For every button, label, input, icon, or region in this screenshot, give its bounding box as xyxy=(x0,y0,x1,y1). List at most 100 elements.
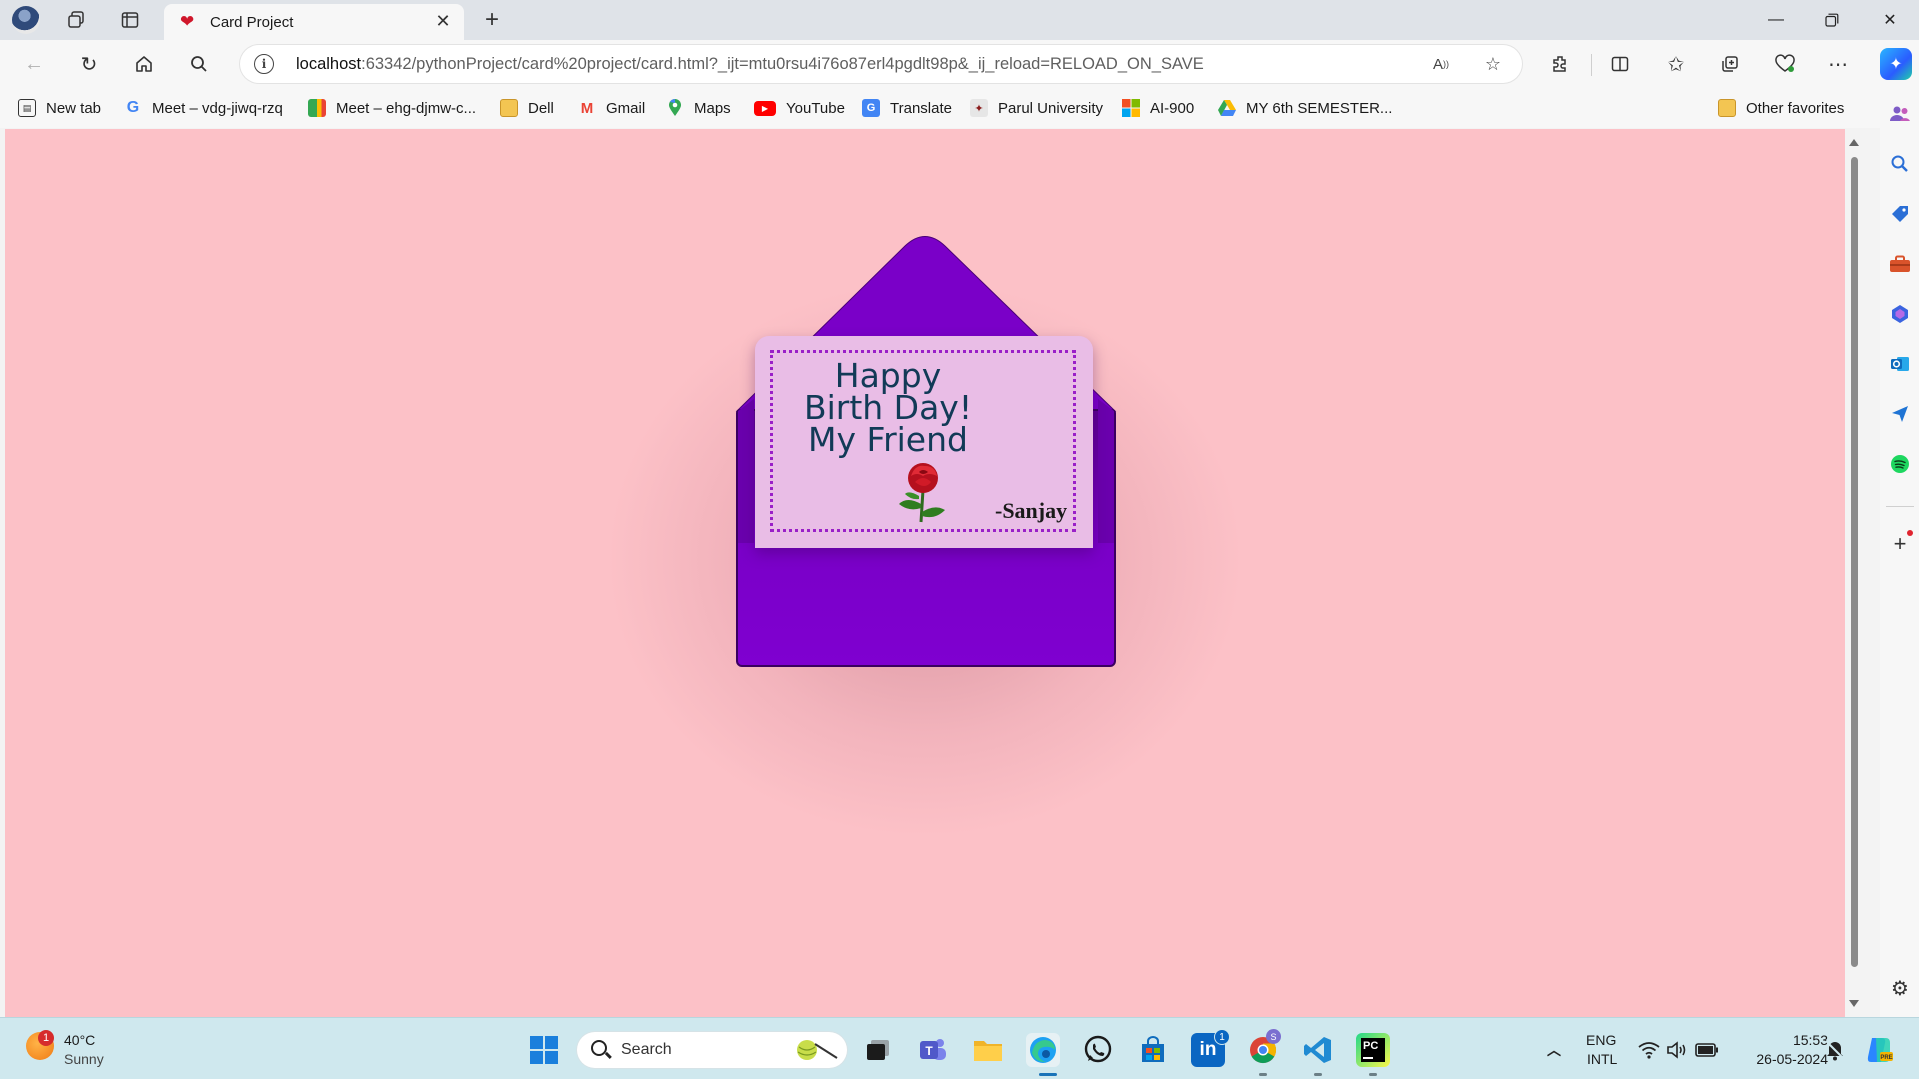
svg-text:PRE: PRE xyxy=(1880,1055,1892,1061)
favorite-star-icon[interactable]: ☆ xyxy=(1480,51,1506,77)
browser-essentials-icon[interactable] xyxy=(1771,50,1799,78)
address-bar[interactable]: i localhost:63342/pythonProject/card%20p… xyxy=(240,45,1522,83)
close-tab-icon[interactable]: ✕ xyxy=(432,10,454,32)
youtube-icon: ▶ xyxy=(754,100,776,116)
vertical-scrollbar[interactable] xyxy=(1845,129,1863,1017)
edge-sidebar: + ⚙ xyxy=(1880,88,1919,1017)
people-icon[interactable] xyxy=(1888,102,1912,126)
weather-description[interactable]: Sunny xyxy=(64,1051,104,1067)
whatsapp-icon[interactable] xyxy=(1081,1033,1115,1067)
url-text[interactable]: localhost:63342/pythonProject/card%20pro… xyxy=(296,55,1204,74)
favorite-label: Translate xyxy=(890,99,952,117)
task-view-icon[interactable] xyxy=(861,1033,895,1067)
more-options-icon[interactable]: ⋯ xyxy=(1824,50,1852,78)
favorites-bar: ▤ New tab G Meet – vdg-jiwq-rzq Meet – ehg… xyxy=(0,88,1880,128)
scroll-up-arrow-icon[interactable] xyxy=(1849,139,1859,146)
outlook-icon[interactable] xyxy=(1888,352,1912,376)
pycharm-running-indicator xyxy=(1369,1073,1377,1076)
weather-badge: 1 xyxy=(38,1030,54,1046)
sidebar-search-icon[interactable] xyxy=(1888,152,1912,176)
taskbar-search-box[interactable]: Search xyxy=(577,1032,847,1068)
card-message: Happy Birth Day! My Friend xyxy=(795,359,981,459)
show-hidden-icons-chevron-icon[interactable]: ︿ xyxy=(1537,1033,1571,1067)
workspaces-icon[interactable] xyxy=(64,8,88,32)
close-window-icon[interactable]: ✕ xyxy=(1862,0,1918,40)
favorite-label: Parul University xyxy=(998,99,1104,117)
home-icon[interactable] xyxy=(130,50,158,78)
back-arrow-icon[interactable]: ← xyxy=(20,50,48,78)
weather-temperature[interactable]: 40°C xyxy=(64,1032,95,1048)
taskbar-search-icon xyxy=(591,1040,607,1056)
send-icon[interactable] xyxy=(1888,402,1912,426)
vscode-icon[interactable] xyxy=(1301,1033,1335,1067)
search-highlight-icon xyxy=(797,1040,838,1060)
microsoft-icon xyxy=(1122,99,1140,117)
microsoft-store-icon[interactable] xyxy=(1136,1033,1170,1067)
heart-favicon-icon: ❤ xyxy=(180,12,195,31)
shopping-tag-icon[interactable] xyxy=(1888,202,1912,226)
split-screen-icon[interactable] xyxy=(1606,50,1634,78)
refresh-icon[interactable]: ↻ xyxy=(75,50,103,78)
other-favorites[interactable]: Other favorites xyxy=(1718,98,1844,118)
folder-icon xyxy=(500,99,518,117)
search-icon[interactable] xyxy=(185,50,213,78)
sidebar-settings-icon[interactable]: ⚙ xyxy=(1888,976,1912,1000)
favorites-icon[interactable]: ✩ xyxy=(1662,50,1690,78)
url-host: localhost xyxy=(296,55,362,73)
url-path: :63342/pythonProject/card%20project/card… xyxy=(361,55,1204,73)
tab-strip: ❤ Card Project ✕ + — ✕ xyxy=(0,0,1919,40)
favorite-parul-university[interactable]: ✦ Parul University xyxy=(970,98,1103,118)
spotify-icon[interactable] xyxy=(1888,452,1912,476)
read-aloud-icon[interactable]: A)) xyxy=(1428,51,1454,77)
input-layout[interactable]: INTL xyxy=(1587,1051,1617,1067)
pycharm-icon[interactable]: PC xyxy=(1356,1033,1390,1067)
favorite-maps[interactable]: Maps xyxy=(666,98,731,118)
favorite-youtube[interactable]: ▶ YouTube xyxy=(754,98,845,118)
birthday-card[interactable]: Happy Birth Day! My Friend -Sanjay xyxy=(755,336,1093,548)
scroll-down-arrow-icon[interactable] xyxy=(1849,1000,1859,1007)
favorite-ai-900[interactable]: AI-900 xyxy=(1122,98,1194,118)
input-language[interactable]: ENG xyxy=(1586,1032,1616,1048)
copilot-icon[interactable]: ✦ xyxy=(1880,48,1912,80)
toolbar-divider xyxy=(1591,54,1592,76)
browser-toolbar: ← ↻ i localhost:63342/pythonProject/card… xyxy=(0,40,1919,88)
tab-card-project[interactable]: ❤ Card Project ✕ xyxy=(164,4,464,40)
extensions-icon[interactable] xyxy=(1546,50,1574,78)
windows-start-icon[interactable] xyxy=(527,1033,561,1067)
collections-icon[interactable] xyxy=(1716,50,1744,78)
battery-icon[interactable] xyxy=(1690,1033,1724,1067)
favorite-my-6th-semester[interactable]: MY 6th SEMESTER... xyxy=(1218,98,1392,118)
edge-icon[interactable] xyxy=(1026,1033,1060,1067)
notifications-bell-icon[interactable] xyxy=(1818,1033,1852,1067)
tab-title: Card Project xyxy=(210,14,294,31)
notification-dot xyxy=(1907,530,1913,536)
minimize-icon[interactable]: — xyxy=(1748,0,1804,40)
favorite-meet-1[interactable]: G Meet – vdg-jiwq-rzq xyxy=(124,98,283,118)
favorite-meet-2[interactable]: Meet – ehg-djmw-c... xyxy=(308,98,476,118)
file-explorer-icon[interactable] xyxy=(971,1033,1005,1067)
new-tab-plus-icon[interactable]: + xyxy=(478,6,506,34)
microsoft-365-icon[interactable] xyxy=(1888,302,1912,326)
site-info-icon[interactable]: i xyxy=(254,54,274,74)
card-line-3: My Friend xyxy=(808,420,968,459)
scroll-thumb[interactable] xyxy=(1851,157,1858,967)
chrome-profile-badge: S xyxy=(1266,1029,1281,1044)
profile-avatar[interactable] xyxy=(12,6,40,34)
favorite-dell[interactable]: Dell xyxy=(500,98,554,118)
clock-date[interactable]: 26-05-2024 xyxy=(1738,1051,1828,1067)
meet-icon xyxy=(308,99,326,117)
favorite-new-tab[interactable]: ▤ New tab xyxy=(18,98,101,118)
favorite-gmail[interactable]: M Gmail xyxy=(578,98,645,118)
tools-icon[interactable] xyxy=(1888,252,1912,276)
copilot-taskbar-icon[interactable]: PRE xyxy=(1862,1033,1896,1067)
teams-icon[interactable]: T xyxy=(916,1033,950,1067)
card-signature: -Sanjay xyxy=(995,498,1068,523)
favorite-label: Meet – ehg-djmw-c... xyxy=(336,99,477,117)
google-icon: G xyxy=(126,99,140,116)
favorite-translate[interactable]: G Translate xyxy=(862,98,952,118)
vertical-tabs-icon[interactable] xyxy=(118,8,142,32)
favorite-label: Dell xyxy=(528,99,554,117)
translate-icon: G xyxy=(862,99,880,117)
volume-icon[interactable] xyxy=(1660,1033,1694,1067)
restore-icon[interactable] xyxy=(1804,0,1860,40)
